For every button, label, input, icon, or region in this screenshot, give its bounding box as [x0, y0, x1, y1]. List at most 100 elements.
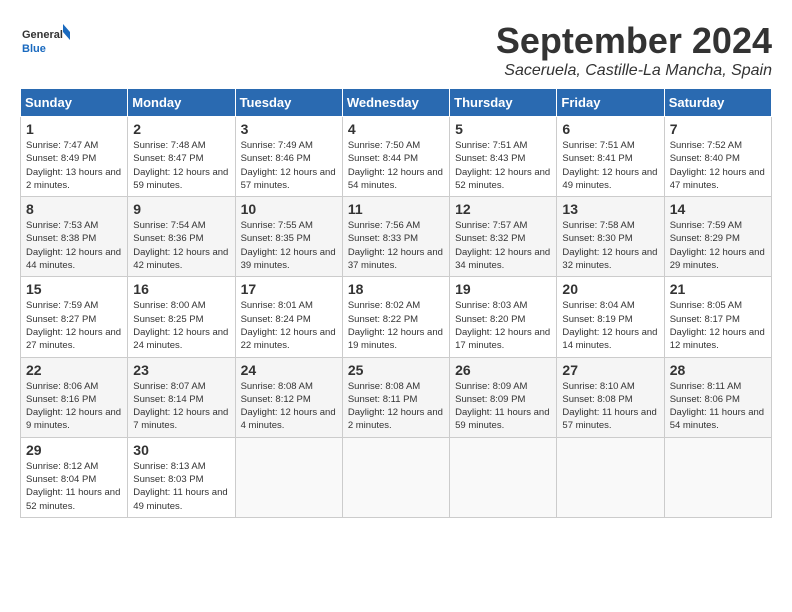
day-number: 21 [670, 281, 766, 297]
day-number: 29 [26, 442, 122, 458]
day-info: Sunrise: 7:48 AMSunset: 8:47 PMDaylight:… [133, 139, 229, 192]
day-cell: 19 Sunrise: 8:03 AMSunset: 8:20 PMDayligh… [450, 277, 557, 357]
day-number: 20 [562, 281, 658, 297]
day-info: Sunrise: 8:12 AMSunset: 8:04 PMDaylight:… [26, 460, 122, 513]
day-cell [664, 437, 771, 517]
day-cell: 29 Sunrise: 8:12 AMSunset: 8:04 PMDayligh… [21, 437, 128, 517]
day-info: Sunrise: 8:09 AMSunset: 8:09 PMDaylight:… [455, 380, 551, 433]
day-number: 14 [670, 201, 766, 217]
day-cell: 21Sunrise: 8:05 AMSunset: 8:17 PMDayligh… [664, 277, 771, 357]
day-cell: 10Sunrise: 7:55 AMSunset: 8:35 PMDayligh… [235, 197, 342, 277]
day-number: 25 [348, 362, 444, 378]
day-info: Sunrise: 7:51 AMSunset: 8:41 PMDaylight:… [562, 139, 658, 192]
day-number: 28 [670, 362, 766, 378]
week-row-1: 1 Sunrise: 7:47 AMSunset: 8:49 PMDaylight… [21, 117, 772, 197]
day-cell: 5 Sunrise: 7:51 AMSunset: 8:43 PMDaylight… [450, 117, 557, 197]
day-number: 6 [562, 121, 658, 137]
day-info: Sunrise: 8:03 AMSunset: 8:20 PMDaylight:… [455, 299, 551, 352]
week-row-5: 29 Sunrise: 8:12 AMSunset: 8:04 PMDayligh… [21, 437, 772, 517]
day-number: 17 [241, 281, 337, 297]
day-number: 13 [562, 201, 658, 217]
day-info: Sunrise: 7:57 AMSunset: 8:32 PMDaylight:… [455, 219, 551, 272]
day-info: Sunrise: 7:54 AMSunset: 8:36 PMDaylight:… [133, 219, 229, 272]
day-info: Sunrise: 7:59 AMSunset: 8:27 PMDaylight:… [26, 299, 122, 352]
day-info: Sunrise: 8:13 AMSunset: 8:03 PMDaylight:… [133, 460, 229, 513]
header-cell-tuesday: Tuesday [235, 89, 342, 117]
day-cell [342, 437, 449, 517]
day-cell: 6 Sunrise: 7:51 AMSunset: 8:41 PMDaylight… [557, 117, 664, 197]
day-cell: 14 Sunrise: 7:59 AMSunset: 8:29 PMDayligh… [664, 197, 771, 277]
day-cell: 16 Sunrise: 8:00 AMSunset: 8:25 PMDayligh… [128, 277, 235, 357]
day-info: Sunrise: 8:06 AMSunset: 8:16 PMDaylight:… [26, 380, 122, 433]
day-cell: 22Sunrise: 8:06 AMSunset: 8:16 PMDayligh… [21, 357, 128, 437]
day-number: 4 [348, 121, 444, 137]
svg-text:General: General [22, 29, 63, 41]
header-cell-monday: Monday [128, 89, 235, 117]
day-number: 3 [241, 121, 337, 137]
week-row-2: 8Sunrise: 7:53 AMSunset: 8:38 PMDaylight… [21, 197, 772, 277]
day-cell: 3 Sunrise: 7:49 AMSunset: 8:46 PMDaylight… [235, 117, 342, 197]
day-info: Sunrise: 7:56 AMSunset: 8:33 PMDaylight:… [348, 219, 444, 272]
header-cell-thursday: Thursday [450, 89, 557, 117]
day-number: 24 [241, 362, 337, 378]
header-cell-wednesday: Wednesday [342, 89, 449, 117]
day-cell: 25 Sunrise: 8:08 AMSunset: 8:11 PMDayligh… [342, 357, 449, 437]
day-number: 9 [133, 201, 229, 217]
day-number: 19 [455, 281, 551, 297]
day-info: Sunrise: 8:08 AMSunset: 8:12 PMDaylight:… [241, 380, 337, 433]
day-number: 7 [670, 121, 766, 137]
day-number: 1 [26, 121, 122, 137]
day-info: Sunrise: 8:07 AMSunset: 8:14 PMDaylight:… [133, 380, 229, 433]
header-row: SundayMondayTuesdayWednesdayThursdayFrid… [21, 89, 772, 117]
day-info: Sunrise: 8:08 AMSunset: 8:11 PMDaylight:… [348, 380, 444, 433]
week-row-4: 22Sunrise: 8:06 AMSunset: 8:16 PMDayligh… [21, 357, 772, 437]
calendar-table: SundayMondayTuesdayWednesdayThursdayFrid… [20, 88, 772, 518]
day-number: 27 [562, 362, 658, 378]
day-cell: 23 Sunrise: 8:07 AMSunset: 8:14 PMDayligh… [128, 357, 235, 437]
day-number: 11 [348, 201, 444, 217]
day-cell [450, 437, 557, 517]
title-block: September 2024 Saceruela, Castille-La Ma… [496, 20, 772, 80]
header-cell-sunday: Sunday [21, 89, 128, 117]
day-number: 2 [133, 121, 229, 137]
day-info: Sunrise: 8:00 AMSunset: 8:25 PMDaylight:… [133, 299, 229, 352]
day-number: 10 [241, 201, 337, 217]
logo: General Blue [20, 20, 70, 64]
day-cell: 26 Sunrise: 8:09 AMSunset: 8:09 PMDayligh… [450, 357, 557, 437]
day-info: Sunrise: 7:52 AMSunset: 8:40 PMDaylight:… [670, 139, 766, 192]
day-info: Sunrise: 7:47 AMSunset: 8:49 PMDaylight:… [26, 139, 122, 192]
day-info: Sunrise: 8:01 AMSunset: 8:24 PMDaylight:… [241, 299, 337, 352]
day-cell: 7 Sunrise: 7:52 AMSunset: 8:40 PMDaylight… [664, 117, 771, 197]
day-cell: 2 Sunrise: 7:48 AMSunset: 8:47 PMDaylight… [128, 117, 235, 197]
day-cell [235, 437, 342, 517]
day-cell: 8Sunrise: 7:53 AMSunset: 8:38 PMDaylight… [21, 197, 128, 277]
day-number: 23 [133, 362, 229, 378]
header-cell-saturday: Saturday [664, 89, 771, 117]
day-number: 16 [133, 281, 229, 297]
day-info: Sunrise: 7:59 AMSunset: 8:29 PMDaylight:… [670, 219, 766, 272]
day-cell: 1 Sunrise: 7:47 AMSunset: 8:49 PMDaylight… [21, 117, 128, 197]
day-cell: 24 Sunrise: 8:08 AMSunset: 8:12 PMDayligh… [235, 357, 342, 437]
day-cell: 28Sunrise: 8:11 AMSunset: 8:06 PMDayligh… [664, 357, 771, 437]
day-number: 5 [455, 121, 551, 137]
day-cell: 30 Sunrise: 8:13 AMSunset: 8:03 PMDayligh… [128, 437, 235, 517]
day-cell: 9 Sunrise: 7:54 AMSunset: 8:36 PMDaylight… [128, 197, 235, 277]
month-title: September 2024 [496, 20, 772, 62]
day-info: Sunrise: 8:10 AMSunset: 8:08 PMDaylight:… [562, 380, 658, 433]
day-number: 30 [133, 442, 229, 458]
day-info: Sunrise: 7:51 AMSunset: 8:43 PMDaylight:… [455, 139, 551, 192]
day-info: Sunrise: 8:02 AMSunset: 8:22 PMDaylight:… [348, 299, 444, 352]
day-info: Sunrise: 8:04 AMSunset: 8:19 PMDaylight:… [562, 299, 658, 352]
week-row-3: 15Sunrise: 7:59 AMSunset: 8:27 PMDayligh… [21, 277, 772, 357]
day-cell: 4Sunrise: 7:50 AMSunset: 8:44 PMDaylight… [342, 117, 449, 197]
day-info: Sunrise: 7:53 AMSunset: 8:38 PMDaylight:… [26, 219, 122, 272]
day-number: 26 [455, 362, 551, 378]
day-cell: 11 Sunrise: 7:56 AMSunset: 8:33 PMDayligh… [342, 197, 449, 277]
day-info: Sunrise: 7:49 AMSunset: 8:46 PMDaylight:… [241, 139, 337, 192]
day-info: Sunrise: 7:58 AMSunset: 8:30 PMDaylight:… [562, 219, 658, 272]
day-number: 12 [455, 201, 551, 217]
day-cell: 15Sunrise: 7:59 AMSunset: 8:27 PMDayligh… [21, 277, 128, 357]
day-cell: 20 Sunrise: 8:04 AMSunset: 8:19 PMDayligh… [557, 277, 664, 357]
day-cell [557, 437, 664, 517]
day-cell: 27 Sunrise: 8:10 AMSunset: 8:08 PMDayligh… [557, 357, 664, 437]
